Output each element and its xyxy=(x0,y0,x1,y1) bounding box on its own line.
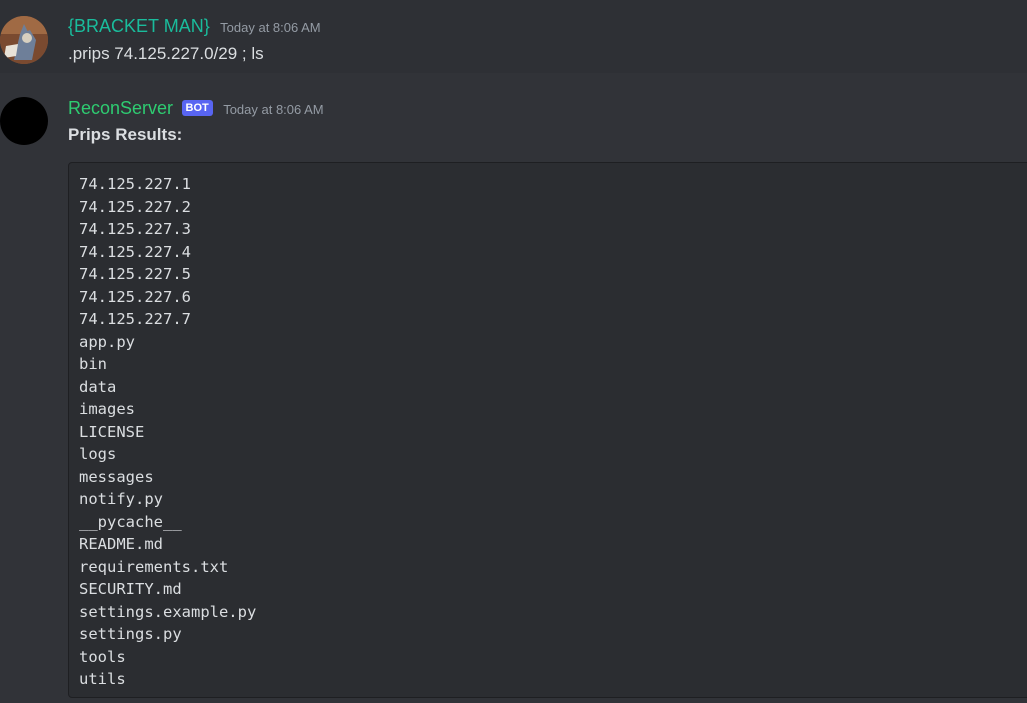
code-block: 74.125.227.1 74.125.227.2 74.125.227.3 74.1… xyxy=(68,162,1027,698)
code-line: LICENSE xyxy=(79,422,145,441)
username[interactable]: {BRACKET MAN} xyxy=(68,16,210,36)
code-line: README.md xyxy=(79,535,163,553)
timestamp[interactable]: Today at 8:06 AM xyxy=(223,102,323,117)
message-header: ReconServer BOT Today at 8:06 AM xyxy=(68,98,324,119)
bot-badge: BOT xyxy=(181,100,213,116)
code-line: __pycache__ xyxy=(79,512,182,531)
code-line: settings.py xyxy=(79,625,182,643)
avatar-image-icon xyxy=(0,16,48,64)
code-line: utils xyxy=(79,670,126,688)
code-line: data xyxy=(79,377,117,396)
code-line: tools xyxy=(79,647,126,666)
code-line: SECURITY.md xyxy=(79,580,182,598)
code-line: notify.py xyxy=(79,490,163,508)
message-bot: ReconServer BOT Today at 8:06 AM Prips R… xyxy=(0,84,1027,703)
code-line: 74.125.227.5 xyxy=(79,265,191,283)
user-avatar[interactable] xyxy=(0,16,48,64)
username[interactable]: ReconServer xyxy=(68,98,173,118)
code-line: 74.125.227.7 xyxy=(79,310,191,328)
code-line: app.py xyxy=(79,332,135,351)
message-user: {BRACKET MAN} Today at 8:06 AM .prips 74… xyxy=(0,0,1027,73)
bot-avatar[interactable] xyxy=(0,97,48,145)
code-line: bin xyxy=(79,355,107,373)
message-content: .prips 74.125.227.0/29 ; ls xyxy=(68,44,264,63)
code-line: 74.125.227.4 xyxy=(79,242,191,261)
code-line: requirements.txt xyxy=(79,557,229,576)
code-line: 74.125.227.3 xyxy=(79,220,191,238)
code-line: images xyxy=(79,400,135,418)
code-line: 74.125.227.1 xyxy=(79,175,191,193)
message-header: {BRACKET MAN} Today at 8:06 AM xyxy=(68,16,321,37)
timestamp[interactable]: Today at 8:06 AM xyxy=(220,20,320,35)
code-line: messages xyxy=(79,467,154,486)
code-line: settings.example.py xyxy=(79,602,257,621)
code-line: 74.125.227.2 xyxy=(79,197,191,216)
code-line: 74.125.227.6 xyxy=(79,287,191,306)
message-content: Prips Results: xyxy=(68,125,183,144)
code-line: logs xyxy=(79,445,117,463)
